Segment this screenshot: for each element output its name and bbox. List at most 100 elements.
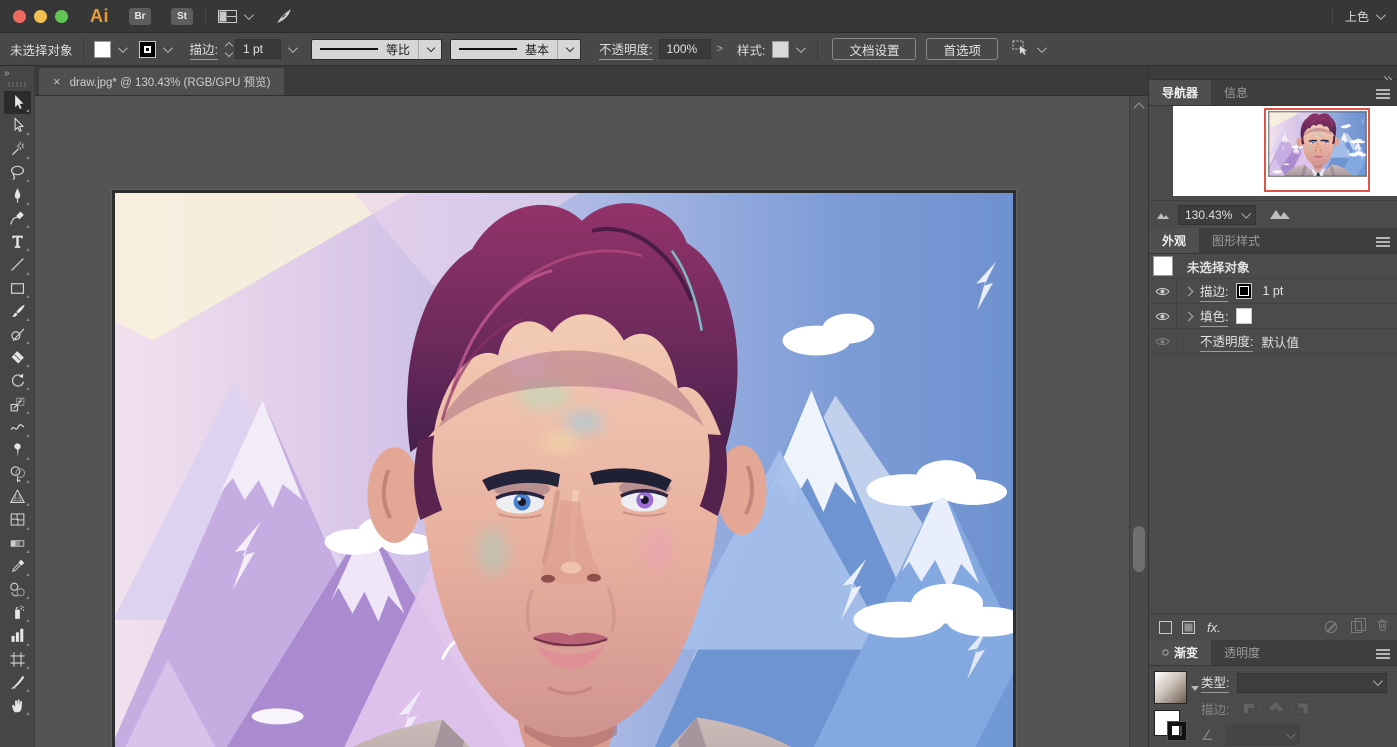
stroke-expand-chevron-icon[interactable]: [1184, 286, 1194, 296]
navigator-proxy-view-box[interactable]: [1264, 108, 1370, 192]
eraser-tool[interactable]: [4, 346, 31, 369]
appearance-menu-icon[interactable]: [1376, 237, 1390, 239]
tools-collapse-chevrons-icon[interactable]: »: [0, 66, 34, 79]
symbol-sprayer-tool[interactable]: [4, 601, 31, 624]
stroke-visibility-eye-icon[interactable]: [1149, 279, 1177, 303]
fill-color-swatch[interactable]: [94, 41, 111, 58]
duplicate-item-icon[interactable]: [1351, 621, 1362, 633]
appearance-stroke-label[interactable]: 描边:: [1200, 281, 1228, 302]
gradient-stroke-indicator[interactable]: [1168, 722, 1186, 740]
eyedropper-tool[interactable]: [4, 555, 31, 578]
hand-tool[interactable]: [4, 694, 31, 717]
delete-item-trash-icon[interactable]: [1362, 618, 1397, 637]
tools-grip-handle[interactable]: [8, 82, 26, 87]
rectangle-tool[interactable]: [4, 277, 31, 300]
stroke-width-stepper[interactable]: [226, 43, 232, 56]
column-graph-tool[interactable]: [4, 624, 31, 647]
fill-visibility-eye-icon[interactable]: [1149, 304, 1177, 328]
opacity-field[interactable]: 100%: [659, 39, 711, 59]
opacity-label[interactable]: 不透明度:: [599, 39, 652, 60]
stroke-width-chevron-icon[interactable]: [288, 43, 298, 53]
canvas-area[interactable]: [35, 96, 1148, 747]
curvature-tool[interactable]: [4, 207, 31, 230]
arrange-documents-chevron-icon[interactable]: [244, 10, 254, 20]
appearance-stroke-swatch[interactable]: [1236, 283, 1252, 299]
workspace-chevron-icon[interactable]: [1376, 10, 1386, 20]
gradient-angle-dropdown[interactable]: [1226, 725, 1300, 745]
select-similar-icon[interactable]: [1012, 40, 1030, 59]
appearance-fill-label[interactable]: 填色:: [1200, 306, 1228, 327]
selection-tool[interactable]: [4, 91, 31, 114]
document-tab[interactable]: × draw.jpg* @ 130.43% (RGB/GPU 预览): [39, 68, 284, 95]
appearance-opacity-label[interactable]: 不透明度:: [1200, 331, 1253, 352]
gpu-performance-rocket-icon[interactable]: [275, 7, 293, 25]
fill-color-chevron-icon[interactable]: [117, 43, 127, 53]
arrange-documents-icon[interactable]: [218, 10, 237, 23]
tab-appearance[interactable]: 外观: [1149, 228, 1199, 253]
blend-tool[interactable]: [4, 578, 31, 601]
tab-graphic-styles[interactable]: 图形样式: [1199, 228, 1273, 253]
gradient-menu-icon[interactable]: [1376, 649, 1390, 651]
pen-tool[interactable]: [4, 184, 31, 207]
workspace-switcher[interactable]: 上色: [1345, 8, 1369, 25]
gradient-stroke-across-button[interactable]: [1291, 699, 1315, 718]
scrollbar-thumb[interactable]: [1133, 526, 1145, 572]
appearance-fill-swatch[interactable]: [1236, 308, 1252, 324]
navigator-canvas-preview[interactable]: [1173, 106, 1397, 196]
direct-selection-tool[interactable]: [4, 114, 31, 137]
magic-wand-tool[interactable]: [4, 137, 31, 160]
scale-tool[interactable]: [4, 392, 31, 415]
vertical-scrollbar[interactable]: [1129, 96, 1148, 747]
gradient-type-dropdown[interactable]: [1237, 673, 1387, 693]
navigator-zoom-chevron-icon[interactable]: [1242, 209, 1252, 219]
appearance-row-fill[interactable]: 填色:: [1149, 304, 1397, 329]
gradient-fill-stroke-widget[interactable]: [1154, 710, 1180, 736]
tab-gradient[interactable]: 渐变: [1149, 640, 1211, 665]
gradient-tool[interactable]: [4, 532, 31, 555]
preferences-button[interactable]: 首选项: [926, 38, 998, 60]
window-close-button[interactable]: [13, 10, 26, 23]
perspective-grid-tool[interactable]: [4, 485, 31, 508]
line-segment-tool[interactable]: [4, 253, 31, 276]
add-effect-fx-button[interactable]: fx.: [1207, 620, 1221, 635]
artwork-image[interactable]: [112, 190, 1016, 747]
shape-builder-tool[interactable]: [4, 462, 31, 485]
stroke-color-chevron-icon[interactable]: [162, 43, 172, 53]
tab-transparency[interactable]: 透明度: [1211, 640, 1273, 665]
puppet-warp-tool[interactable]: [4, 439, 31, 462]
tab-close-icon[interactable]: ×: [53, 74, 61, 89]
shaper-tool[interactable]: [4, 323, 31, 346]
brush-definition-chevron-icon[interactable]: [566, 44, 574, 52]
rotate-tool[interactable]: [4, 369, 31, 392]
brush-definition-dropdown[interactable]: 基本: [450, 39, 581, 60]
width-profile-dropdown[interactable]: 等比: [311, 39, 442, 60]
opacity-more-glyph[interactable]: >: [717, 43, 723, 55]
lasso-tool[interactable]: [4, 161, 31, 184]
artboard-tool[interactable]: [4, 648, 31, 671]
select-similar-chevron-icon[interactable]: [1037, 43, 1047, 53]
navigator-menu-icon[interactable]: [1376, 89, 1390, 91]
opacity-visibility-eye-icon[interactable]: [1149, 329, 1177, 353]
style-swatch[interactable]: [772, 41, 789, 58]
tab-navigator[interactable]: 导航器: [1149, 80, 1211, 105]
appearance-row-stroke[interactable]: 描边: 1 pt: [1149, 279, 1397, 304]
zoom-out-mountains-icon[interactable]: [1157, 206, 1170, 224]
appearance-row-opacity[interactable]: 不透明度: 默认值: [1149, 329, 1397, 354]
slice-tool[interactable]: [4, 671, 31, 694]
add-new-fill-icon[interactable]: [1182, 621, 1195, 634]
fill-expand-chevron-icon[interactable]: [1184, 311, 1194, 321]
type-tool[interactable]: [4, 230, 31, 253]
gradient-type-chevron-icon[interactable]: [1373, 676, 1383, 686]
scrollbar-up-arrow-icon[interactable]: [1133, 102, 1144, 113]
bridge-button[interactable]: Br: [129, 8, 151, 25]
paintbrush-tool[interactable]: [4, 300, 31, 323]
gradient-swatch-dropdown-icon[interactable]: [1191, 686, 1199, 691]
gradient-type-label[interactable]: 类型:: [1201, 672, 1229, 693]
document-setup-button[interactable]: 文档设置: [832, 38, 916, 60]
clear-appearance-icon[interactable]: [1325, 621, 1337, 633]
width-profile-chevron-icon[interactable]: [427, 44, 435, 52]
stroke-width-field[interactable]: 1 pt: [235, 39, 281, 59]
window-minimize-button[interactable]: [34, 10, 47, 23]
gradient-preview-swatch[interactable]: [1154, 671, 1187, 704]
stroke-color-swatch[interactable]: [139, 41, 156, 58]
